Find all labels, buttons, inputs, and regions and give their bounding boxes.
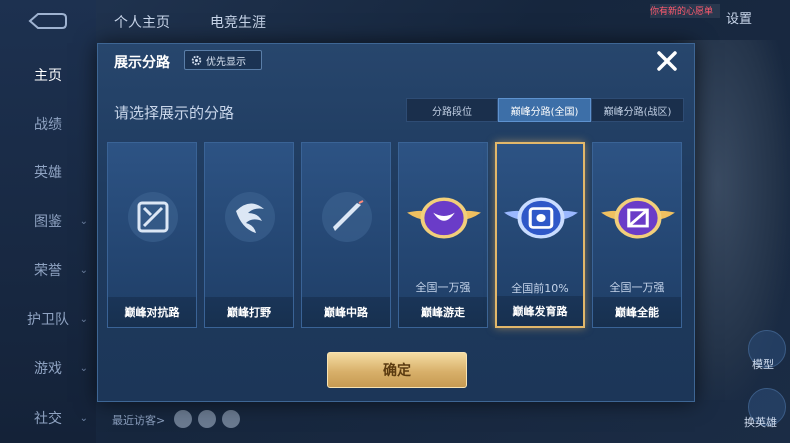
sidebar-item-home[interactable]: 主页 (0, 61, 96, 89)
lane-card-jungle[interactable]: 巅峰打野 (204, 142, 294, 328)
tab-profile[interactable]: 个人主页 (114, 12, 170, 32)
lane-display-dialog: 展示分路 优先显示 请选择展示的分路 分路段位 巅峰分路(全国) 巅峰分路(战区… (97, 43, 695, 402)
card-label-bar: 巅峰发育路 (497, 296, 583, 326)
chevron-down-icon: ⌄ (79, 264, 88, 276)
roam-badge-icon (407, 197, 481, 239)
card-label: 巅峰游走 (421, 306, 465, 319)
sidebar-item-atlas[interactable]: 图鉴 ⌄ (0, 207, 96, 235)
segment-peak-national[interactable]: 巅峰分路(全国) (498, 98, 591, 122)
all-round-badge-icon (601, 197, 675, 239)
card-rank-text: 全国一万强 (415, 281, 471, 294)
sidebar-item-guard-team[interactable]: 护卫队 ⌄ (0, 305, 96, 333)
change-hero-label: 换英雄 (744, 416, 777, 429)
lane-card-roam[interactable]: 全国一万强 巅峰游走 (398, 142, 488, 328)
sidebar-item-honor[interactable]: 荣誉 ⌄ (0, 256, 96, 284)
mid-lane-icon (322, 192, 372, 242)
sidebar: 主页 战绩 英雄 图鉴 ⌄ 荣誉 ⌄ 护卫队 ⌄ 游戏 ⌄ 社交 ⌄ (0, 0, 96, 443)
clash-lane-icon (128, 192, 178, 242)
lane-scope-segmented-control: 分路段位 巅峰分路(全国) 巅峰分路(战区) (406, 98, 684, 122)
chevron-down-icon: ⌄ (79, 362, 88, 374)
card-label: 巅峰全能 (615, 306, 659, 319)
card-rank-text: 全国一万强 (609, 281, 665, 294)
priority-display-label: 优先显示 (206, 56, 246, 68)
dialog-subtitle: 请选择展示的分路 (114, 104, 235, 122)
confirm-button[interactable]: 确定 (327, 352, 467, 388)
segment-lane-rank[interactable]: 分路段位 (406, 98, 498, 122)
chevron-down-icon: ⌄ (79, 313, 88, 325)
gear-icon (191, 55, 202, 65)
card-label: 巅峰中路 (324, 306, 368, 319)
segment-peak-region[interactable]: 巅峰分路(战区) (591, 98, 684, 122)
card-label: 巅峰打野 (227, 306, 271, 319)
chevron-down-icon: ⌄ (79, 412, 88, 424)
card-label: 巅峰对抗路 (124, 306, 180, 319)
card-label-bar: 巅峰游走 (399, 297, 487, 327)
settings-button[interactable]: 设置 (726, 8, 752, 27)
sidebar-item-games[interactable]: 游戏 ⌄ (0, 354, 96, 382)
priority-display-button[interactable]: 优先显示 (184, 50, 262, 70)
jungle-icon (225, 192, 275, 242)
lane-card-farm[interactable]: 全国前10% 巅峰发育路 (495, 142, 585, 328)
tab-esports-career[interactable]: 电竞生涯 (210, 12, 266, 32)
avatar[interactable] (174, 410, 192, 428)
farm-lane-badge-icon (504, 197, 578, 239)
close-icon[interactable] (652, 46, 682, 76)
card-label-bar: 巅峰全能 (593, 297, 681, 327)
chevron-down-icon: ⌄ (79, 215, 88, 227)
sidebar-item-social[interactable]: 社交 ⌄ (0, 404, 96, 432)
card-rank-text: 全国前10% (511, 282, 569, 295)
card-label-bar: 巅峰对抗路 (108, 297, 196, 327)
back-icon[interactable] (24, 10, 68, 32)
card-label-bar: 巅峰中路 (302, 297, 390, 327)
promo-banner[interactable]: 你有新的心愿单 (650, 4, 720, 18)
sidebar-item-heroes[interactable]: 英雄 (0, 158, 96, 186)
model-label: 模型 (752, 358, 774, 371)
lane-card-mid[interactable]: 巅峰中路 (301, 142, 391, 328)
avatar[interactable] (198, 410, 216, 428)
recent-visitors-label[interactable]: 最近访客> (112, 412, 165, 428)
dialog-title: 展示分路 (114, 55, 170, 71)
card-label: 巅峰发育路 (512, 305, 568, 318)
card-label-bar: 巅峰打野 (205, 297, 293, 327)
sidebar-item-records[interactable]: 战绩 (0, 110, 96, 138)
lane-card-clash[interactable]: 巅峰对抗路 (107, 142, 197, 328)
lane-card-all-round[interactable]: 全国一万强 巅峰全能 (592, 142, 682, 328)
avatar[interactable] (222, 410, 240, 428)
